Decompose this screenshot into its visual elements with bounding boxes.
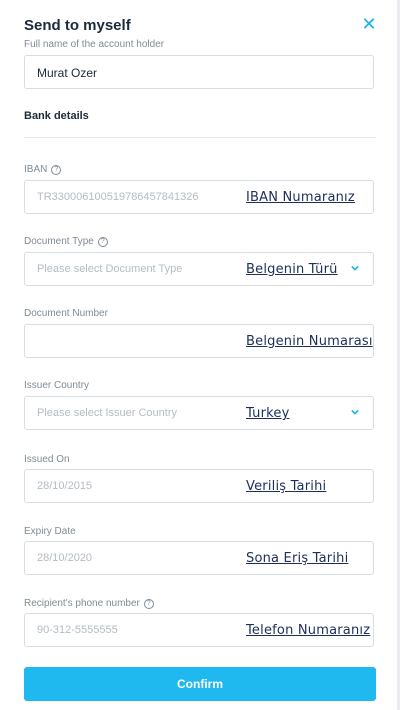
account-holder-field[interactable]: Murat Ozer	[24, 55, 374, 89]
expiry-date-overlay-text: Sona Eriş Tarihi	[246, 551, 349, 566]
section-divider	[24, 137, 376, 138]
iban-placeholder: TR330006100519786457841326	[37, 191, 199, 203]
document-number-field[interactable]: Belgenin Numarası	[24, 324, 374, 358]
issuer-country-placeholder: Please select Issuer Country	[37, 407, 178, 419]
document-type-overlay-text: Belgenin Türü	[246, 262, 338, 277]
iban-field[interactable]: TR330006100519786457841326 IBAN Numaranı…	[24, 180, 374, 214]
issued-on-field[interactable]: 28/10/2015 Veriliş Tarihi	[24, 469, 374, 503]
issuer-country-label: Issuer Country	[24, 380, 90, 391]
account-holder-value: Murat Ozer	[37, 66, 98, 80]
document-number-overlay-text: Belgenin Numarası	[246, 334, 373, 349]
document-type-placeholder: Please select Document Type	[37, 263, 183, 275]
issuer-country-select[interactable]: Please select Issuer Country Turkey	[24, 396, 374, 430]
issued-on-label: Issued On	[24, 454, 70, 465]
phone-label: Recipient's phone number ?	[24, 598, 154, 609]
phone-placeholder: 90-312-5555555	[37, 624, 118, 636]
chevron-down-icon[interactable]	[351, 408, 359, 416]
iban-label: IBAN ?	[24, 164, 62, 175]
close-icon[interactable]: ✕	[360, 15, 378, 33]
issued-on-overlay-text: Veriliş Tarihi	[246, 479, 327, 494]
phone-overlay-text: Telefon Numaranız	[246, 623, 371, 638]
help-icon[interactable]: ?	[97, 236, 108, 247]
help-icon[interactable]: ?	[51, 164, 62, 175]
document-type-select[interactable]: Please select Document Type Belgenin Tür…	[24, 252, 374, 286]
chevron-down-icon[interactable]	[351, 264, 359, 272]
document-number-label: Document Number	[24, 308, 108, 319]
iban-overlay-text: IBAN Numaranız	[246, 190, 355, 205]
phone-field[interactable]: 90-312-5555555 Telefon Numaranız	[24, 613, 374, 647]
confirm-button[interactable]: Confirm	[24, 667, 376, 701]
document-type-label: Document Type ?	[24, 236, 108, 247]
help-icon[interactable]: ?	[143, 598, 154, 609]
expiry-date-placeholder: 28/10/2020	[37, 552, 93, 564]
issuer-country-overlay-text: Turkey	[246, 406, 290, 421]
expiry-date-field[interactable]: 28/10/2020 Sona Eriş Tarihi	[24, 541, 374, 575]
account-holder-label: Full name of the account holder	[24, 39, 165, 50]
issued-on-placeholder: 28/10/2015	[37, 480, 93, 492]
expiry-date-label: Expiry Date	[24, 526, 76, 537]
page-title: Send to myself	[24, 17, 131, 34]
send-to-myself-form: Send to myself ✕ Full name of the accoun…	[0, 0, 400, 710]
bank-details-title: Bank details	[24, 110, 89, 122]
